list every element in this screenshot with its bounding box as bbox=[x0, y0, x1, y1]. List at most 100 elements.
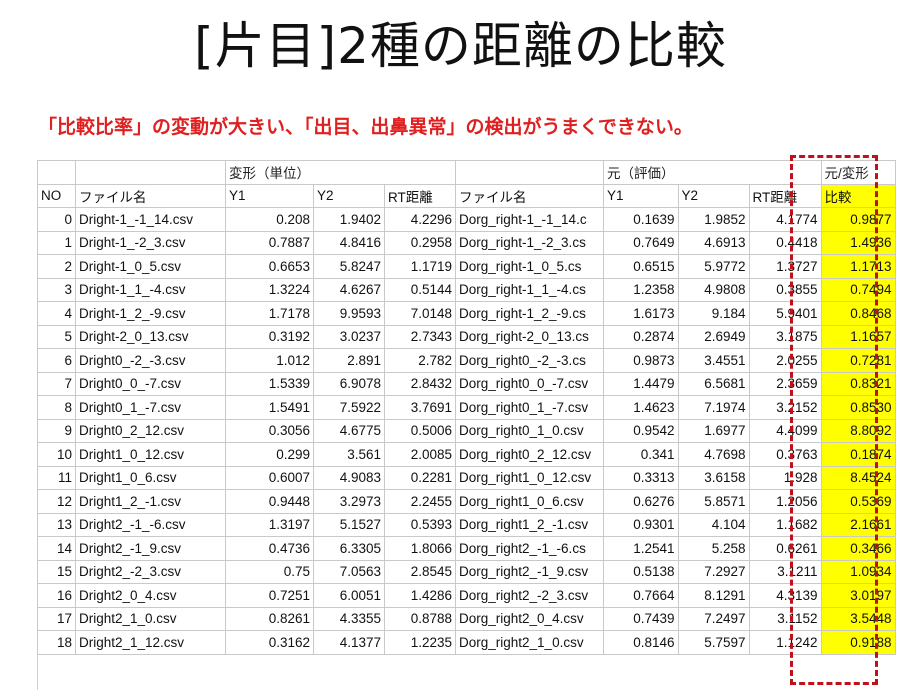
cell-ratio[interactable]: 0.9877 bbox=[820, 207, 896, 232]
cell-y2-deformed[interactable]: 4.6267 bbox=[313, 277, 385, 302]
cell-ratio[interactable]: 0.9188 bbox=[820, 630, 896, 655]
cell-rt-original[interactable]: 1.1242 bbox=[748, 630, 822, 655]
cell-no[interactable]: 15 bbox=[37, 559, 76, 584]
cell-filename-original[interactable]: Dorg_right0_2_12.csv bbox=[455, 442, 604, 467]
col-header-y1-deformed[interactable]: Y1 bbox=[225, 183, 314, 208]
cell-y2-deformed[interactable]: 6.9078 bbox=[313, 371, 385, 396]
cell-filename-deformed[interactable]: Dright0_0_-7.csv bbox=[75, 371, 226, 396]
cell-no[interactable]: 18 bbox=[37, 630, 76, 655]
cell-rt-original[interactable]: 1.1682 bbox=[748, 512, 822, 537]
cell-y1-deformed[interactable]: 0.9448 bbox=[225, 489, 314, 514]
cell-filename-original[interactable]: Dorg_right0_1_-7.csv bbox=[455, 395, 604, 420]
cell-ratio[interactable]: 0.8468 bbox=[820, 301, 896, 326]
cell-y1-original[interactable]: 0.9301 bbox=[603, 512, 679, 537]
cell-y1-deformed[interactable]: 0.6007 bbox=[225, 465, 314, 490]
cell-no[interactable]: 14 bbox=[37, 536, 76, 561]
cell-filename-original[interactable]: Dorg_right-1_0_5.cs bbox=[455, 254, 604, 279]
col-header-rt-original[interactable]: RT距離 bbox=[748, 183, 822, 208]
cell-rt-deformed[interactable]: 1.8066 bbox=[384, 536, 456, 561]
group-cell-empty[interactable] bbox=[455, 160, 604, 185]
cell-y1-deformed[interactable]: 1.5339 bbox=[225, 371, 314, 396]
cell-y1-deformed[interactable]: 1.3224 bbox=[225, 277, 314, 302]
cell-y2-deformed[interactable]: 4.8416 bbox=[313, 230, 385, 255]
cell-ratio[interactable]: 0.8321 bbox=[820, 371, 896, 396]
cell-y2-deformed[interactable]: 3.561 bbox=[313, 442, 385, 467]
group-header-original[interactable]: 元（評価） bbox=[603, 160, 678, 185]
cell-no[interactable]: 0 bbox=[37, 207, 76, 232]
cell-y1-original[interactable]: 1.6173 bbox=[603, 301, 679, 326]
cell-rt-deformed[interactable]: 0.8788 bbox=[384, 606, 456, 631]
cell-filename-original[interactable]: Dorg_right-2_0_13.cs bbox=[455, 324, 604, 349]
cell-ratio[interactable]: 0.5369 bbox=[820, 489, 896, 514]
cell-y1-original[interactable]: 1.2358 bbox=[603, 277, 679, 302]
cell-y2-deformed[interactable]: 3.2973 bbox=[313, 489, 385, 514]
cell-no[interactable]: 11 bbox=[37, 465, 76, 490]
cell-filename-original[interactable]: Dorg_right2_-2_3.csv bbox=[455, 583, 604, 608]
cell-y1-original[interactable]: 0.1639 bbox=[603, 207, 679, 232]
cell-y2-deformed[interactable]: 5.8247 bbox=[313, 254, 385, 279]
cell-filename-deformed[interactable]: Dright2_-1_-6.csv bbox=[75, 512, 226, 537]
cell-y2-original[interactable]: 9.184 bbox=[677, 301, 750, 326]
cell-no[interactable]: 13 bbox=[37, 512, 76, 537]
col-header-ratio[interactable]: 比較 bbox=[820, 183, 896, 208]
cell-no[interactable]: 6 bbox=[37, 348, 76, 373]
cell-rt-original[interactable]: 0.6261 bbox=[748, 536, 822, 561]
cell-no[interactable]: 8 bbox=[37, 395, 76, 420]
cell-y1-original[interactable]: 0.2874 bbox=[603, 324, 679, 349]
cell-ratio[interactable]: 1.1713 bbox=[820, 254, 896, 279]
cell-y2-original[interactable]: 4.7698 bbox=[677, 442, 750, 467]
cell-rt-deformed[interactable]: 1.2235 bbox=[384, 630, 456, 655]
cell-rt-original[interactable]: 4.3139 bbox=[748, 583, 822, 608]
cell-ratio[interactable]: 8.4524 bbox=[820, 465, 896, 490]
cell-no[interactable]: 2 bbox=[37, 254, 76, 279]
cell-rt-deformed[interactable]: 4.2296 bbox=[384, 207, 456, 232]
cell-y2-original[interactable]: 3.6158 bbox=[677, 465, 750, 490]
cell-y2-original[interactable]: 4.6913 bbox=[677, 230, 750, 255]
cell-rt-deformed[interactable]: 2.8545 bbox=[384, 559, 456, 584]
cell-filename-deformed[interactable]: Dright2_-1_9.csv bbox=[75, 536, 226, 561]
cell-y1-deformed[interactable]: 0.3192 bbox=[225, 324, 314, 349]
cell-y1-deformed[interactable]: 0.4736 bbox=[225, 536, 314, 561]
group-cell-empty[interactable] bbox=[313, 160, 385, 185]
cell-y2-deformed[interactable]: 7.0563 bbox=[313, 559, 385, 584]
cell-filename-original[interactable]: Dorg_right2_-1_9.csv bbox=[455, 559, 604, 584]
col-header-filename-original[interactable]: ファイル名 bbox=[455, 183, 604, 208]
cell-filename-deformed[interactable]: Dright1_2_-1.csv bbox=[75, 489, 226, 514]
cell-y1-original[interactable]: 1.4479 bbox=[603, 371, 679, 396]
cell-y2-original[interactable]: 4.9808 bbox=[677, 277, 750, 302]
cell-y1-deformed[interactable]: 0.75 bbox=[225, 559, 314, 584]
cell-ratio[interactable]: 0.3466 bbox=[820, 536, 896, 561]
cell-filename-original[interactable]: Dorg_right2_0_4.csv bbox=[455, 606, 604, 631]
cell-rt-original[interactable]: 3.1152 bbox=[748, 606, 822, 631]
cell-y1-original[interactable]: 0.7649 bbox=[603, 230, 679, 255]
cell-filename-deformed[interactable]: Dright0_-2_-3.csv bbox=[75, 348, 226, 373]
cell-rt-deformed[interactable]: 2.8432 bbox=[384, 371, 456, 396]
cell-no[interactable]: 5 bbox=[37, 324, 76, 349]
cell-y2-original[interactable]: 8.1291 bbox=[677, 583, 750, 608]
cell-y2-original[interactable]: 7.2927 bbox=[677, 559, 750, 584]
cell-filename-original[interactable]: Dorg_right0_-2_-3.cs bbox=[455, 348, 604, 373]
cell-y1-deformed[interactable]: 0.7251 bbox=[225, 583, 314, 608]
cell-ratio[interactable]: 0.1874 bbox=[820, 442, 896, 467]
cell-rt-deformed[interactable]: 2.7343 bbox=[384, 324, 456, 349]
cell-y1-original[interactable]: 0.6276 bbox=[603, 489, 679, 514]
cell-y1-original[interactable]: 0.9542 bbox=[603, 418, 679, 443]
cell-y2-deformed[interactable]: 4.1377 bbox=[313, 630, 385, 655]
cell-y1-deformed[interactable]: 0.6653 bbox=[225, 254, 314, 279]
cell-filename-original[interactable]: Dorg_right2_1_0.csv bbox=[455, 630, 604, 655]
cell-filename-deformed[interactable]: Dright2_1_12.csv bbox=[75, 630, 226, 655]
cell-rt-original[interactable]: 5.9401 bbox=[748, 301, 822, 326]
cell-rt-original[interactable]: 0.4418 bbox=[748, 230, 822, 255]
cell-rt-deformed[interactable]: 1.4286 bbox=[384, 583, 456, 608]
cell-y2-original[interactable]: 5.258 bbox=[677, 536, 750, 561]
cell-y1-deformed[interactable]: 0.3056 bbox=[225, 418, 314, 443]
cell-filename-deformed[interactable]: Dright-1_1_-4.csv bbox=[75, 277, 226, 302]
cell-filename-original[interactable]: Dorg_right2_-1_-6.cs bbox=[455, 536, 604, 561]
cell-y1-original[interactable]: 0.341 bbox=[603, 442, 679, 467]
cell-rt-original[interactable]: 0.3763 bbox=[748, 442, 822, 467]
cell-y1-deformed[interactable]: 0.8261 bbox=[225, 606, 314, 631]
cell-rt-deformed[interactable]: 2.2455 bbox=[384, 489, 456, 514]
cell-y2-deformed[interactable]: 1.9402 bbox=[313, 207, 385, 232]
cell-y1-original[interactable]: 0.9873 bbox=[603, 348, 679, 373]
cell-y2-deformed[interactable]: 2.891 bbox=[313, 348, 385, 373]
